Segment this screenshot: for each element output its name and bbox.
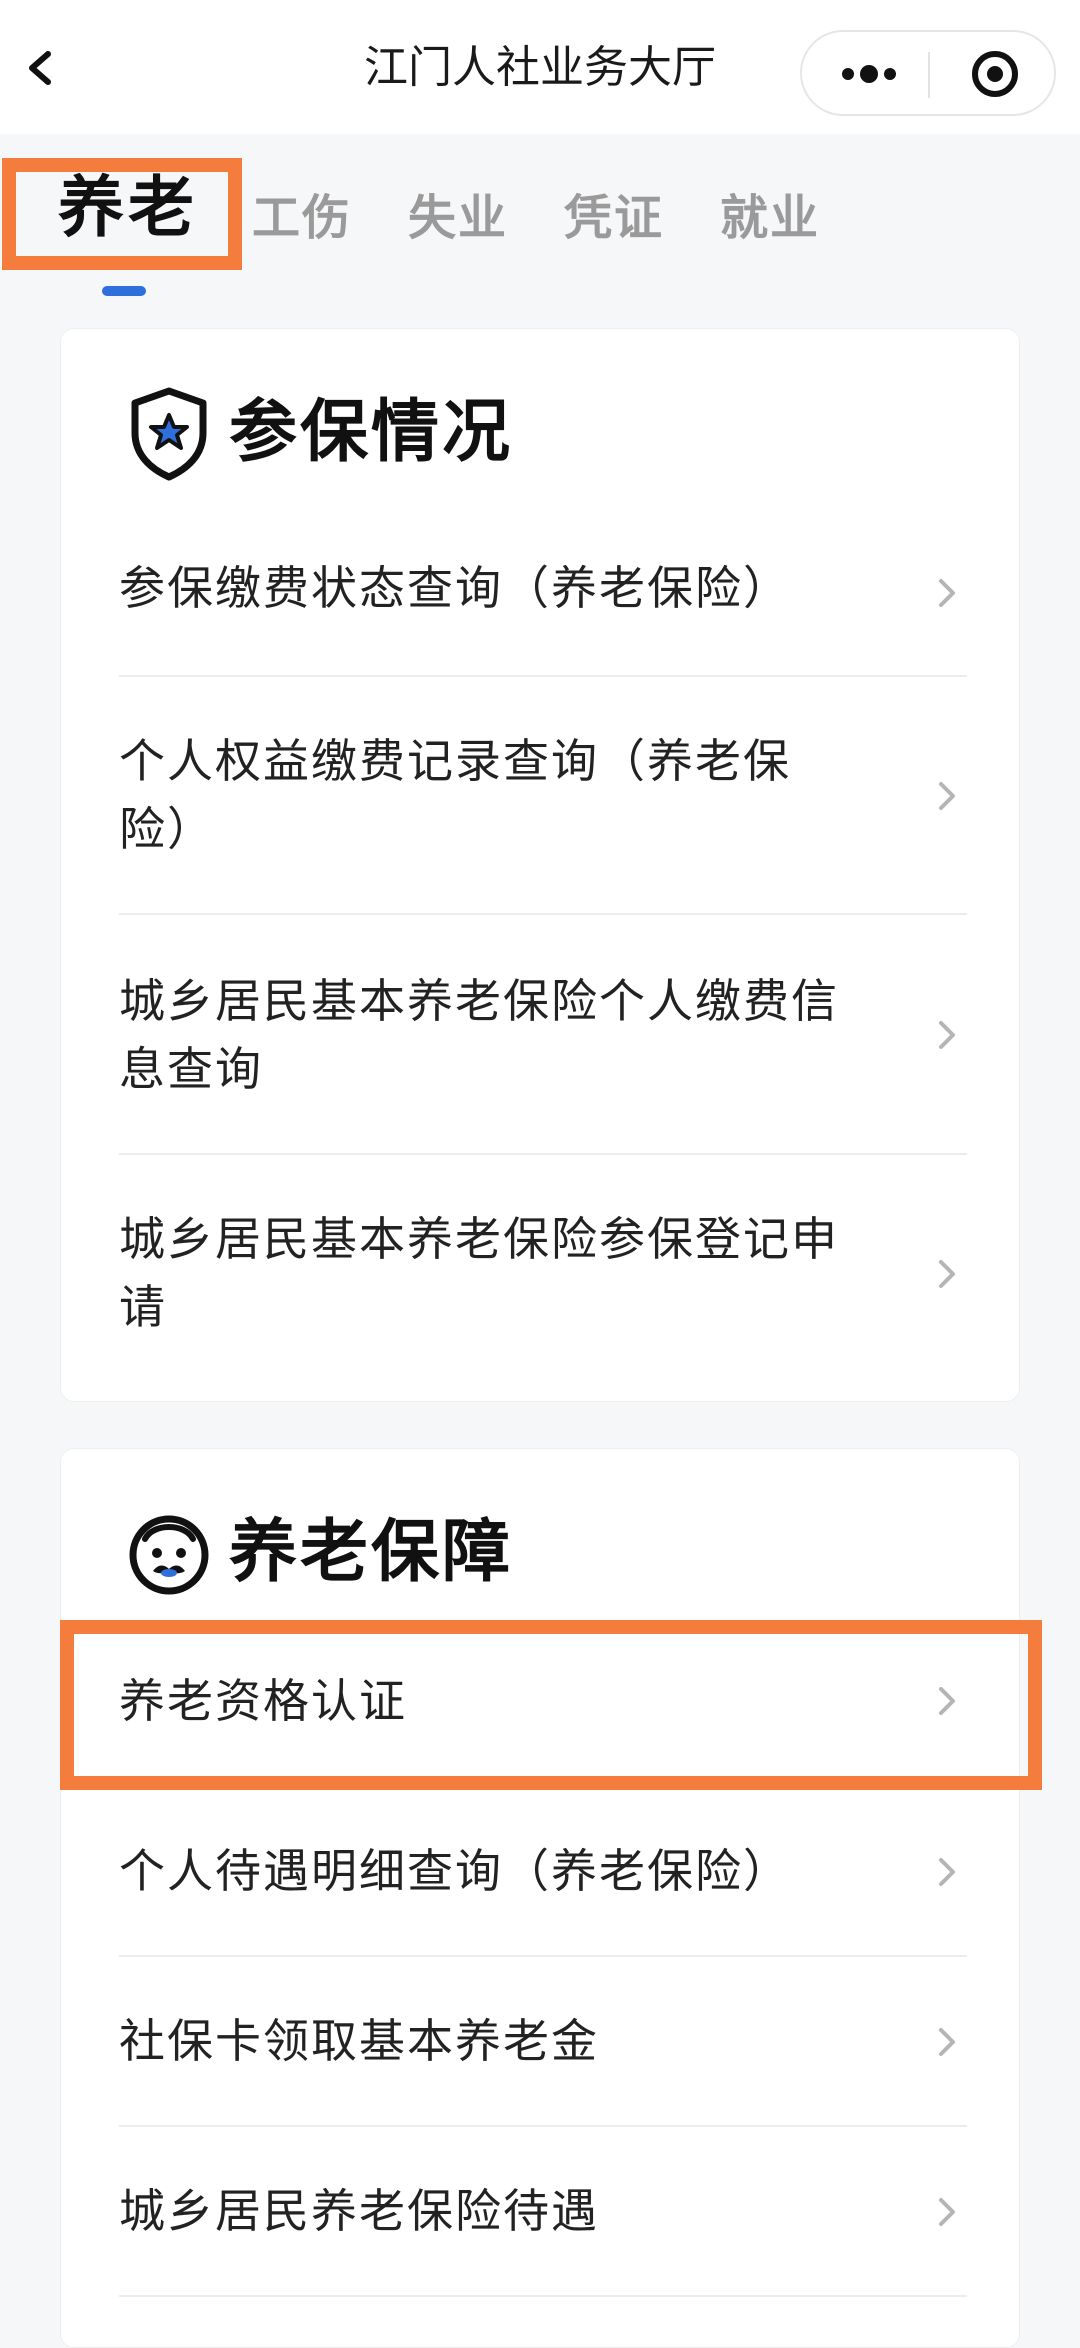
mini-program-capsule (800, 30, 1056, 116)
chevron-right-icon (939, 1858, 955, 1886)
section-title: 参保情况 (229, 393, 514, 472)
list-item[interactable]: 城乡居民基本养老保险参保登记申请 (119, 1155, 967, 1393)
list-item[interactable]: 个人权益缴费记录查询（养老保险） (119, 677, 967, 915)
shield-star-icon (131, 387, 207, 481)
list-item[interactable]: 城乡居民养老保险待遇 (119, 2127, 967, 2297)
close-button[interactable] (952, 46, 1038, 102)
list-item-label: 城乡居民基本养老保险参保登记申请 (119, 1212, 839, 1334)
section-card-insurance-status: 参保情况 参保缴费状态查询（养老保险） 个人权益缴费记录查询（养老保险） 城乡居… (60, 328, 1020, 1402)
chevron-right-icon (939, 1021, 955, 1049)
list-item[interactable]: 社保卡领取基本养老金 (119, 1957, 967, 2127)
list-item-label: 社保卡领取基本养老金 (119, 2014, 599, 2068)
chevron-right-icon (939, 2028, 955, 2056)
list-item-label: 养老资格认证 (119, 1674, 407, 1728)
list-item-label: 个人待遇明细查询（养老保险） (119, 1844, 791, 1898)
chevron-right-icon (939, 782, 955, 810)
more-dots-icon (842, 65, 896, 83)
category-tabs: 养老 工伤 失业 凭证 就业 (0, 134, 1080, 314)
list-item[interactable]: 参保缴费状态查询（养老保险） (119, 507, 967, 677)
tab-certificate[interactable]: 凭证 (564, 186, 664, 250)
chevron-right-icon (939, 2198, 955, 2226)
elder-face-icon (129, 1515, 209, 1595)
capsule-divider (928, 52, 930, 98)
section-card-pension-security: 养老保障 养老资格认证 个人待遇明细查询（养老保险） 社保卡领取基本养老金 城乡… (60, 1448, 1020, 2348)
chevron-left-icon (29, 51, 51, 85)
chevron-right-icon (939, 579, 955, 607)
target-close-icon (972, 51, 1018, 97)
tab-pension[interactable]: 养老 (58, 175, 198, 241)
list-item-label: 城乡居民基本养老保险个人缴费信息查询 (119, 974, 839, 1096)
chevron-right-icon (939, 1687, 955, 1715)
tab-work-injury[interactable]: 工伤 (252, 186, 352, 250)
active-tab-indicator (102, 286, 146, 296)
list-item-label: 个人权益缴费记录查询（养老保险） (119, 734, 791, 856)
section-header: 参保情况 (125, 377, 925, 487)
list-item-label: 参保缴费状态查询（养老保险） (119, 561, 791, 615)
list-item-label: 城乡居民养老保险待遇 (119, 2184, 599, 2238)
page-title: 江门人社业务大厅 (364, 42, 716, 93)
tab-unemployment[interactable]: 失业 (408, 186, 508, 250)
tab-employment[interactable]: 就业 (720, 186, 820, 250)
section-title: 养老保障 (229, 1513, 514, 1592)
list-item[interactable]: 城乡居民基本养老保险个人缴费信息查询 (119, 915, 967, 1155)
list-item[interactable]: 养老资格认证 (119, 1615, 967, 1787)
back-button[interactable] (10, 36, 74, 100)
section-header: 养老保障 (125, 1497, 925, 1607)
list-item[interactable]: 个人待遇明细查询（养老保险） (119, 1787, 967, 1957)
chevron-right-icon (939, 1260, 955, 1288)
top-nav-bar: 江门人社业务大厅 (0, 0, 1080, 134)
more-button[interactable] (824, 46, 914, 102)
